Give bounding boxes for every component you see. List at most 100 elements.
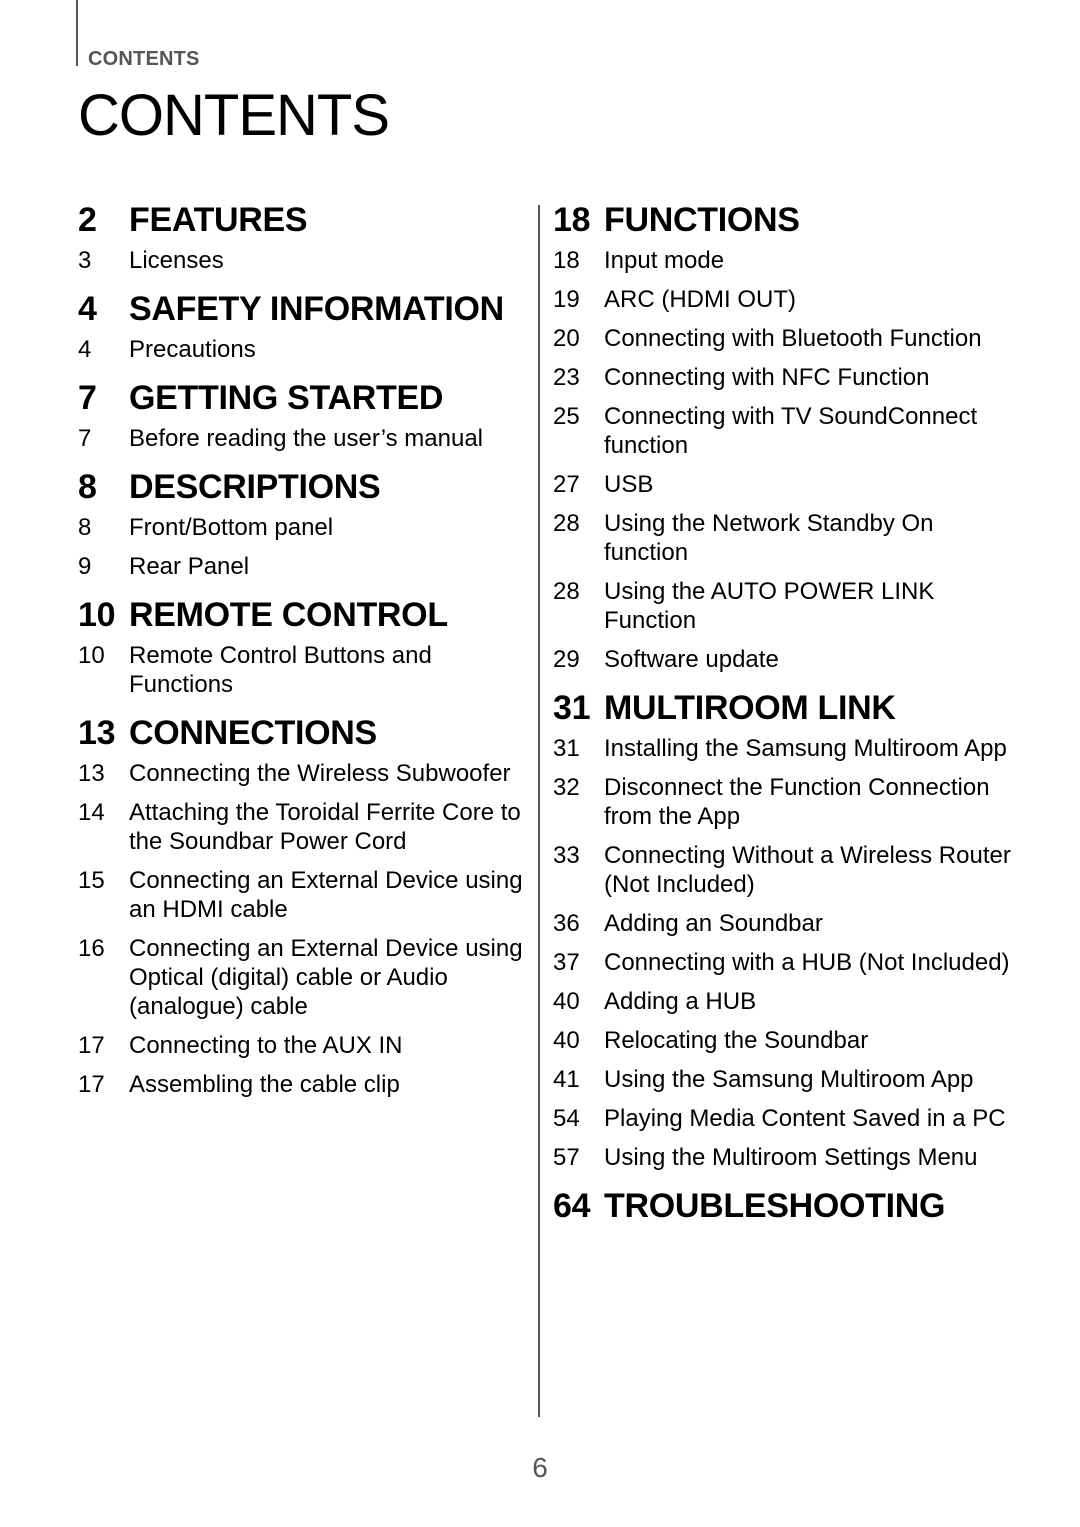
section-heading[interactable]: 8 DESCRIPTIONS — [78, 467, 523, 507]
entry-page-number: 31 — [553, 735, 580, 762]
toc-entry[interactable]: 33 Connecting Without a Wireless Router (… — [553, 841, 1023, 899]
entry-title: Connecting Without a Wireless Router (No… — [604, 842, 1011, 898]
section-heading[interactable]: 4 SAFETY INFORMATION — [78, 289, 523, 329]
toc-entry[interactable]: 7 Before reading the user’s manual — [78, 424, 523, 453]
entry-page-number: 17 — [78, 1032, 105, 1059]
toc-entry[interactable]: 19 ARC (HDMI OUT) — [553, 285, 1023, 314]
entry-title: Playing Media Content Saved in a PC — [604, 1105, 1006, 1132]
section-page-number: 64 — [553, 1187, 591, 1225]
entry-page-number: 9 — [78, 553, 92, 580]
entry-title: Rear Panel — [129, 553, 250, 580]
section-page-number: 18 — [553, 201, 591, 239]
entry-page-number: 36 — [553, 910, 580, 937]
entry-title: Connecting to the AUX IN — [129, 1032, 403, 1059]
toc-entry[interactable]: 28 Using the Network Standby On function — [553, 509, 1023, 567]
entry-title: Connecting with Bluetooth Function — [604, 325, 982, 352]
toc-entry[interactable]: 16 Connecting an External Device using Op… — [78, 934, 523, 1021]
entry-title: Connecting with TV SoundConnect function — [604, 403, 978, 459]
entry-title: Assembling the cable clip — [129, 1071, 400, 1098]
entry-page-number: 13 — [78, 760, 105, 787]
section-heading[interactable]: 31 MULTIROOM LINK — [553, 688, 1023, 728]
entry-title: ARC (HDMI OUT) — [604, 286, 796, 313]
entry-title: Licenses — [129, 247, 224, 274]
entry-title: Relocating the Soundbar — [604, 1027, 869, 1054]
section-page-number: 10 — [78, 596, 116, 634]
section-page-number: 7 — [78, 379, 97, 417]
section-page-number: 2 — [78, 201, 97, 239]
toc-entry[interactable]: 3 Licenses — [78, 246, 523, 275]
entry-title: Disconnect the Function Connection from … — [604, 774, 990, 830]
toc-entry[interactable]: 40 Adding a HUB — [553, 987, 1023, 1016]
toc-entry[interactable]: 57 Using the Multiroom Settings Menu — [553, 1143, 1023, 1172]
toc-entry[interactable]: 54 Playing Media Content Saved in a PC — [553, 1104, 1023, 1133]
entry-page-number: 3 — [78, 247, 92, 274]
toc-entry[interactable]: 41 Using the Samsung Multiroom App — [553, 1065, 1023, 1094]
entry-page-number: 20 — [553, 325, 580, 352]
entry-page-number: 37 — [553, 949, 580, 976]
toc-entry[interactable]: 37 Connecting with a HUB (Not Included) — [553, 948, 1023, 977]
entry-title: Attaching the Toroidal Ferrite Core to t… — [129, 799, 521, 855]
entry-title: Connecting the Wireless Subwoofer — [129, 760, 511, 787]
toc-entry[interactable]: 40 Relocating the Soundbar — [553, 1026, 1023, 1055]
entry-page-number: 40 — [553, 988, 580, 1015]
entry-title: Input mode — [604, 247, 725, 274]
toc-entry[interactable]: 14 Attaching the Toroidal Ferrite Core to… — [78, 798, 523, 856]
section-heading[interactable]: 64 TROUBLESHOOTING — [553, 1186, 1023, 1226]
entry-page-number: 33 — [553, 842, 580, 869]
toc-entry[interactable]: 31 Installing the Samsung Multiroom App — [553, 734, 1023, 763]
toc-entry[interactable]: 17 Assembling the cable clip — [78, 1070, 523, 1099]
toc-entry[interactable]: 27 USB — [553, 470, 1023, 499]
toc-entry[interactable]: 8 Front/Bottom panel — [78, 513, 523, 542]
entry-title: Connecting an External Device using Opti… — [129, 935, 523, 1020]
entry-title: Remote Control Buttons and Functions — [129, 642, 432, 698]
section-heading[interactable]: 7 GETTING STARTED — [78, 378, 523, 418]
toc-entry[interactable]: 20 Connecting with Bluetooth Function — [553, 324, 1023, 353]
toc-section: 2 FEATURES 3 Licenses — [78, 200, 523, 275]
entry-title: USB — [604, 471, 654, 498]
toc-entry[interactable]: 17 Connecting to the AUX IN — [78, 1031, 523, 1060]
toc-entry[interactable]: 29 Software update — [553, 645, 1023, 674]
entry-title: Connecting an External Device using an H… — [129, 867, 523, 923]
toc-entry[interactable]: 28 Using the AUTO POWER LINK Function — [553, 577, 1023, 635]
toc-entry[interactable]: 13 Connecting the Wireless Subwoofer — [78, 759, 523, 788]
entry-title: Using the AUTO POWER LINK Function — [604, 578, 935, 634]
entry-title: Adding a HUB — [604, 988, 757, 1015]
section-title: DESCRIPTIONS — [129, 468, 381, 506]
toc-section: 31 MULTIROOM LINK 31 Installing the Samsung… — [553, 688, 1023, 1172]
toc-entry[interactable]: 32 Disconnect the Function Connection fro… — [553, 773, 1023, 831]
toc-entry[interactable]: 15 Connecting an External Device using an… — [78, 866, 523, 924]
toc-entry[interactable]: 9 Rear Panel — [78, 552, 523, 581]
entry-page-number: 17 — [78, 1071, 105, 1098]
toc-right-column: 18 FUNCTIONS 18 Input mode 19 ARC (HDMI OUT) 2… — [553, 200, 1023, 1240]
entry-title: Connecting with a HUB (Not Included) — [604, 949, 1010, 976]
entry-page-number: 27 — [553, 471, 580, 498]
toc-entry[interactable]: 23 Connecting with NFC Function — [553, 363, 1023, 392]
page-title: CONTENTS — [78, 83, 390, 148]
toc-section: 4 SAFETY INFORMATION 4 Precautions — [78, 289, 523, 364]
entry-page-number: 32 — [553, 774, 580, 801]
toc-entry[interactable]: 36 Adding an Soundbar — [553, 909, 1023, 938]
toc-section: 18 FUNCTIONS 18 Input mode 19 ARC (HDMI OUT) 2… — [553, 200, 1023, 674]
entry-page-number: 23 — [553, 364, 580, 391]
entry-page-number: 15 — [78, 867, 105, 894]
section-title: GETTING STARTED — [129, 379, 444, 417]
section-heading[interactable]: 2 FEATURES — [78, 200, 523, 240]
entry-title: Installing the Samsung Multiroom App — [604, 735, 1007, 762]
entry-title: Connecting with NFC Function — [604, 364, 930, 391]
top-rule — [76, 0, 78, 66]
toc-section: 8 DESCRIPTIONS 8 Front/Bottom panel 9 Rear Pa… — [78, 467, 523, 581]
section-heading[interactable]: 10 REMOTE CONTROL — [78, 595, 523, 635]
toc-entry[interactable]: 25 Connecting with TV SoundConnect functi… — [553, 402, 1023, 460]
entry-page-number: 18 — [553, 247, 580, 274]
section-heading[interactable]: 13 CONNECTIONS — [78, 713, 523, 753]
entry-page-number: 57 — [553, 1144, 580, 1171]
toc-left-column: 2 FEATURES 3 Licenses 4 SAFETY INFORMATION 4 Pr… — [78, 200, 523, 1113]
entry-title: Using the Samsung Multiroom App — [604, 1066, 974, 1093]
toc-entry[interactable]: 10 Remote Control Buttons and Functions — [78, 641, 523, 699]
toc-entry[interactable]: 4 Precautions — [78, 335, 523, 364]
entry-page-number: 10 — [78, 642, 105, 669]
toc-entry[interactable]: 18 Input mode — [553, 246, 1023, 275]
section-heading[interactable]: 18 FUNCTIONS — [553, 200, 1023, 240]
section-page-number: 31 — [553, 689, 591, 727]
entry-title: Precautions — [129, 336, 256, 363]
